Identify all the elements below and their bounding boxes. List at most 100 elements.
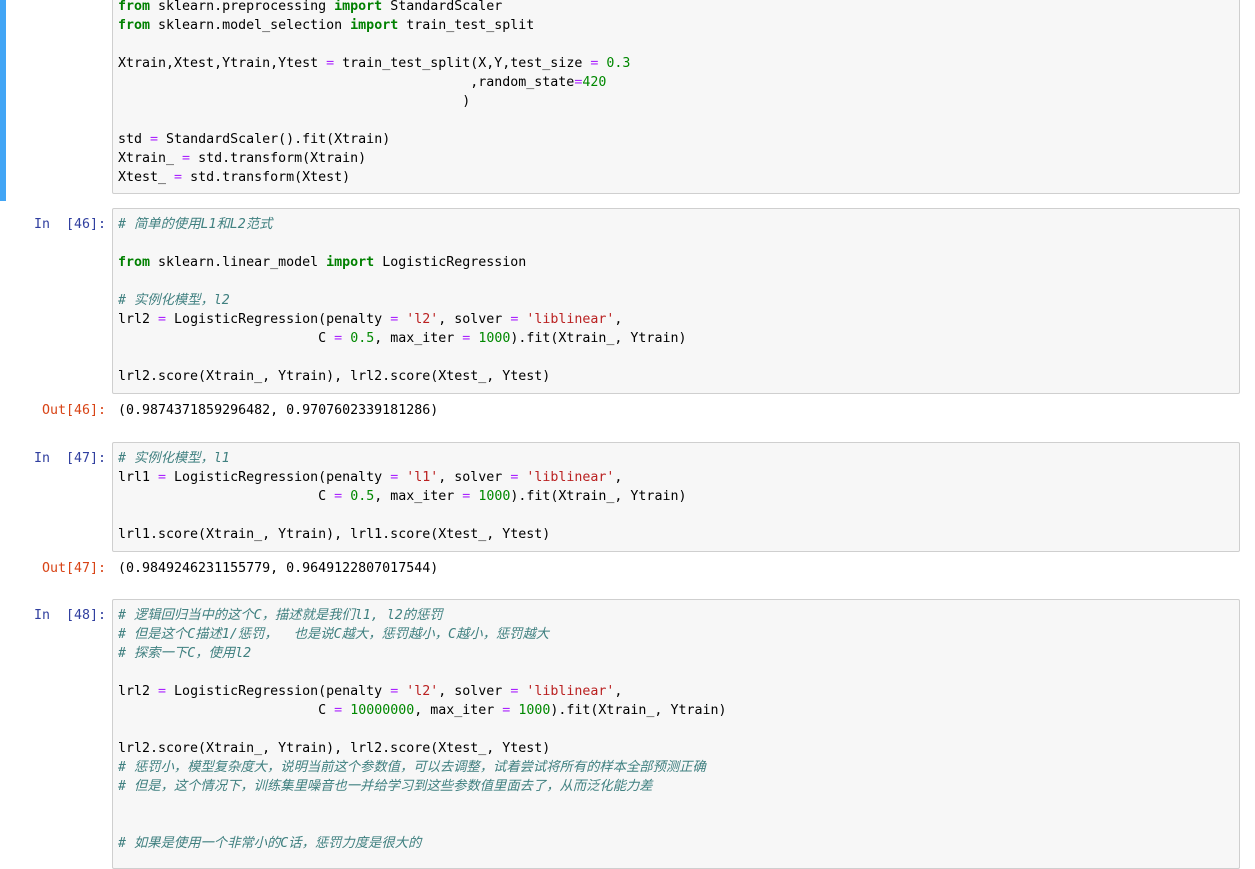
code-line: # 实例化模型，l2 <box>118 291 1234 310</box>
code-token: 1000 <box>478 331 511 346</box>
code-token: 'l1' <box>406 470 439 485</box>
code-line: # 实例化模型，l1 <box>118 449 1234 468</box>
code-token: = <box>334 703 343 718</box>
code-token: , max_iter <box>374 331 463 346</box>
code-token: Xtrain,Xtest,Ytrain,Ytest <box>118 56 327 71</box>
code-token: std.transform(Xtest) <box>182 170 351 185</box>
code-line: Xtest_ = std.transform(Xtest) <box>118 168 1234 187</box>
code-token: std.transform(Xtrain) <box>190 151 367 166</box>
code-token: LogisticRegression <box>374 255 527 270</box>
output-text: (0.9849246231155779, 0.9649122807017544) <box>118 561 439 576</box>
code-token: = <box>334 489 343 504</box>
code-token: 'liblinear' <box>526 684 615 699</box>
code-editor[interactable]: from sklearn.preprocessing import Standa… <box>112 0 1240 194</box>
code-token: lrl1.score(Xtrain_, Ytrain), lrl1.score(… <box>118 527 551 542</box>
code-token: 'liblinear' <box>526 470 615 485</box>
code-line: # 惩罚小，模型复杂度大，说明当前这个参数值，可以去调整，试着尝试将所有的样本全… <box>118 758 1234 777</box>
code-token: = <box>326 56 335 71</box>
code-line: C = 10000000, max_iter = 1000).fit(Xtrai… <box>118 701 1234 720</box>
output-prompt: Out[46]: <box>41 403 106 418</box>
code-token: lrl2.score(Xtrain_, Ytrain), lrl2.score(… <box>118 369 551 384</box>
code-token: ,random_state <box>118 75 575 90</box>
code-editor[interactable]: # 逻辑回归当中的这个C，描述就是我们l1, l2的惩罚 # 但是这个C描述1/惩… <box>112 599 1240 869</box>
code-line: lrl2.score(Xtrain_, Ytrain), lrl2.score(… <box>118 739 1234 758</box>
code-token: import <box>326 255 375 270</box>
code-token: import <box>334 0 383 14</box>
code-token: ).fit(Xtrain_, Ytrain) <box>550 703 727 718</box>
code-token: StandardScaler <box>382 0 503 14</box>
input-prompt: In [46]: <box>33 217 106 232</box>
code-token: 'l2' <box>406 312 439 327</box>
code-line: lrl1 = LogisticRegression(penalty = 'l1'… <box>118 468 1234 487</box>
code-line: ,random_state=420 <box>118 73 1234 92</box>
code-token: 0.5 <box>350 331 375 346</box>
code-line: std = StandardScaler().fit(Xtrain) <box>118 130 1234 149</box>
code-line: # 简单的使用L1和L2范式 <box>118 215 1234 234</box>
code-token: # 探索一下C，使用l2 <box>118 646 252 661</box>
code-token: # 逻辑回归当中的这个C，描述就是我们l1, l2的惩罚 <box>118 608 443 623</box>
code-token: # 简单的使用L1和L2范式 <box>118 217 273 232</box>
code-token: = <box>334 331 343 346</box>
code-token: = <box>174 170 183 185</box>
code-token: std <box>118 132 151 147</box>
code-line: Xtrain_ = std.transform(Xtrain) <box>118 149 1234 168</box>
code-token: 0.3 <box>606 56 631 71</box>
code-token: import <box>350 18 399 33</box>
code-line: lrl2.score(Xtrain_, Ytrain), lrl2.score(… <box>118 367 1234 386</box>
code-editor[interactable]: # 实例化模型，l1 lrl1 = LogisticRegression(pena… <box>112 442 1240 552</box>
code-token: 'l2' <box>406 684 439 699</box>
code-token: LogisticRegression(penalty <box>166 312 391 327</box>
code-token: train_test_split <box>398 18 535 33</box>
code-token: , <box>614 684 623 699</box>
code-token: , <box>614 312 623 327</box>
code-token: 10000000 <box>350 703 415 718</box>
code-token: C <box>118 331 335 346</box>
code-line: from sklearn.model_selection import trai… <box>118 16 1234 35</box>
code-token: # 实例化模型，l2 <box>118 293 230 308</box>
code-token: # 实例化模型，l1 <box>118 451 230 466</box>
code-line: from sklearn.linear_model import Logisti… <box>118 253 1234 272</box>
code-token: ).fit(Xtrain_, Ytrain) <box>510 331 687 346</box>
input-prompt: In [47]: <box>33 451 106 466</box>
code-token: ) <box>118 94 471 109</box>
code-editor[interactable]: # 简单的使用L1和L2范式 from sklearn.linear_model … <box>112 208 1240 394</box>
code-token: , <box>614 470 623 485</box>
code-line: from sklearn.preprocessing import Standa… <box>118 0 1234 16</box>
code-line: # 但是这个C描述1/惩罚， 也是说C越大，惩罚越小，C越小，惩罚越大 <box>118 625 1234 644</box>
code-token: = <box>158 684 167 699</box>
code-token: from <box>118 0 151 14</box>
code-token: 1000 <box>478 489 511 504</box>
code-token: , solver <box>438 312 511 327</box>
code-token: , max_iter <box>414 703 503 718</box>
code-token: LogisticRegression(penalty <box>166 684 391 699</box>
code-line: C = 0.5, max_iter = 1000).fit(Xtrain_, Y… <box>118 487 1234 506</box>
code-token: C <box>118 703 335 718</box>
code-token: # 但是，这个情况下，训练集里噪音也一并给学习到这些参数值里面去了，从而泛化能力… <box>118 779 653 794</box>
code-token: , solver <box>438 470 511 485</box>
code-token: LogisticRegression(penalty <box>166 470 391 485</box>
code-token: lrl1 <box>118 470 159 485</box>
code-line: lrl1.score(Xtrain_, Ytrain), lrl1.score(… <box>118 525 1234 544</box>
code-token: = <box>158 470 167 485</box>
code-token: 420 <box>582 75 607 90</box>
code-token: , solver <box>438 684 511 699</box>
code-line: C = 0.5, max_iter = 1000).fit(Xtrain_, Y… <box>118 329 1234 348</box>
code-token: = <box>158 312 167 327</box>
code-token: = <box>150 132 159 147</box>
code-token: 1000 <box>518 703 551 718</box>
code-token: C <box>118 489 335 504</box>
code-line: # 但是，这个情况下，训练集里噪音也一并给学习到这些参数值里面去了，从而泛化能力… <box>118 777 1234 796</box>
code-line: Xtrain,Xtest,Ytrain,Ytest = train_test_s… <box>118 54 1234 73</box>
code-token: # 如果是使用一个非常小的C话，惩罚力度是很大的 <box>118 836 422 851</box>
